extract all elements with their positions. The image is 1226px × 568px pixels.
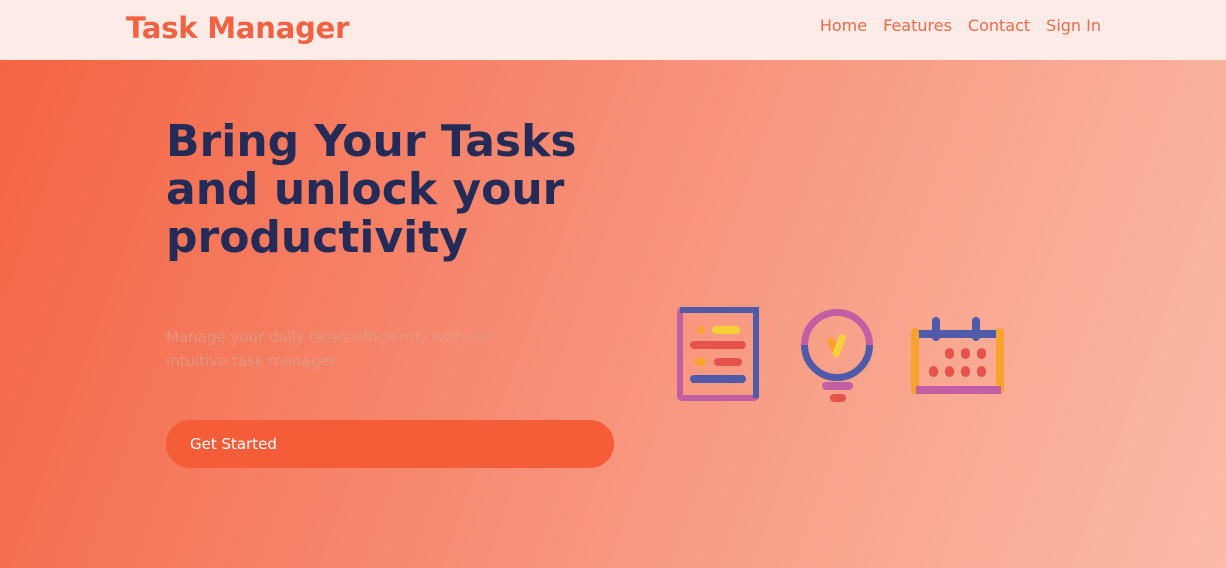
get-started-button[interactable]: Get Started (166, 420, 614, 468)
main-nav: Home Features Contact Sign In (820, 16, 1101, 36)
calendar-icon (911, 317, 1004, 394)
checklist-icon (677, 307, 759, 401)
headline-line-2: and unlock your (166, 164, 565, 215)
top-header: Task Manager Home Features Contact Sign … (0, 0, 1226, 60)
headline-line-3: productivity (166, 212, 468, 263)
nav-home-link[interactable]: Home (820, 16, 867, 36)
nav-contact-link[interactable]: Contact (968, 16, 1030, 36)
headline-line-1: Bring Your Tasks (166, 116, 577, 167)
hero-headline: Bring Your Tasks and unlock your product… (166, 118, 586, 262)
nav-features-link[interactable]: Features (883, 16, 952, 36)
hero-section: Bring Your Tasks and unlock your product… (0, 60, 1226, 568)
feature-illustrations (670, 305, 1020, 405)
lightbulb-icon (801, 309, 873, 402)
nav-sign-in-link[interactable]: Sign In (1046, 16, 1101, 36)
brand-logo[interactable]: Task Manager (126, 10, 349, 46)
hero-subtitle: Manage your daily tasks efficiently with… (166, 328, 494, 370)
